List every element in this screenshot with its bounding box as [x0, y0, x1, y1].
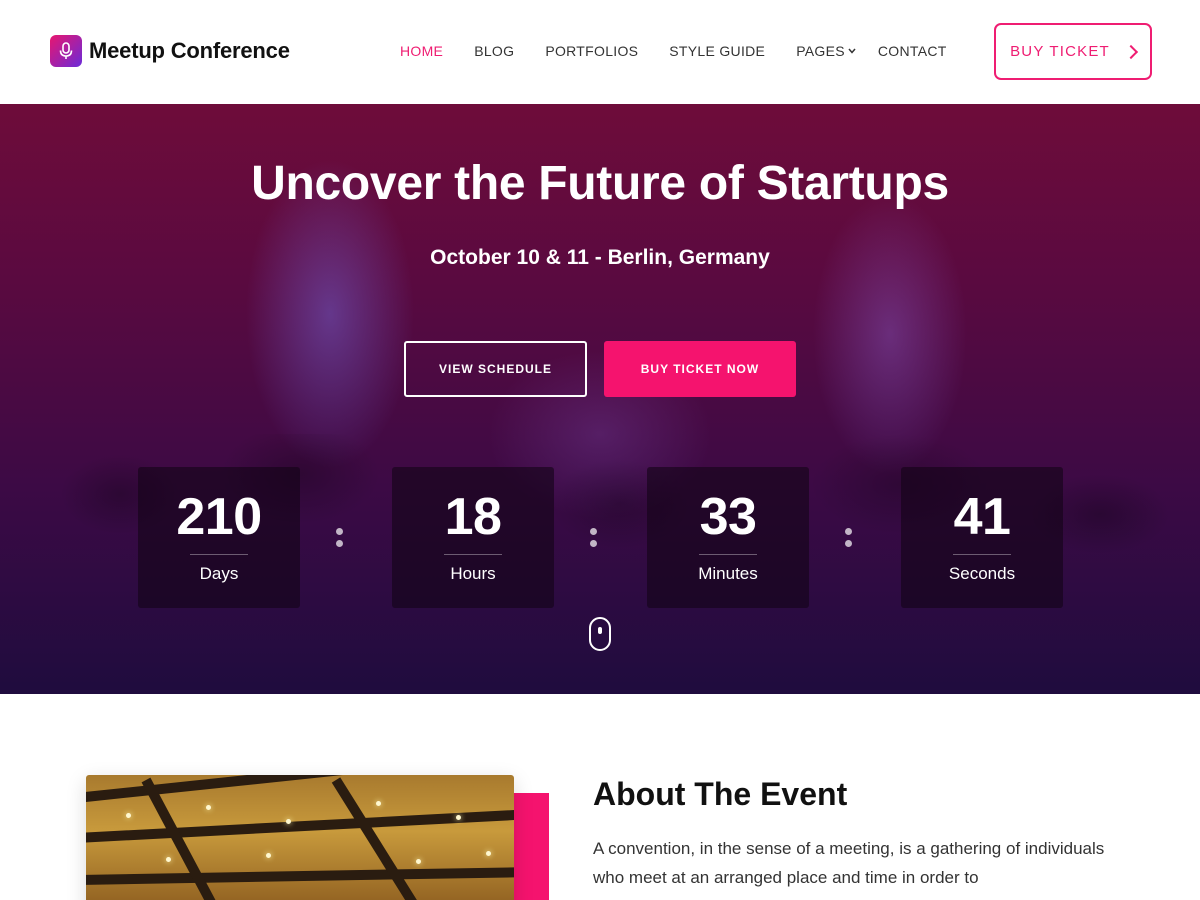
chevron-down-icon: [848, 46, 856, 56]
site-header: Meetup Conference HOME BLOG PORTFOLIOS S…: [0, 0, 1200, 104]
conference-hall-image: [86, 775, 514, 900]
countdown-hours-label: Hours: [450, 564, 496, 583]
site-logo[interactable]: Meetup Conference: [50, 35, 290, 67]
countdown-minutes-label: Minutes: [698, 564, 758, 583]
countdown-days-label: Days: [199, 564, 239, 583]
nav-item-pages-label: PAGES: [796, 43, 845, 59]
view-schedule-button[interactable]: VIEW SCHEDULE: [404, 341, 587, 397]
nav-item-style-guide[interactable]: STYLE GUIDE: [669, 43, 765, 59]
buy-ticket-button[interactable]: BUY TICKET: [994, 23, 1152, 80]
scroll-down-mouse-icon[interactable]: [589, 617, 611, 651]
countdown-days: 210 Days: [138, 467, 300, 608]
countdown-seconds: 41 Seconds: [901, 467, 1063, 608]
countdown-seconds-value: 41: [953, 488, 1011, 546]
nav-item-blog[interactable]: BLOG: [474, 43, 514, 59]
countdown-separator: [590, 526, 598, 550]
scroll-wheel-dot: [598, 627, 602, 634]
countdown-divider: [953, 554, 1011, 555]
countdown-days-value: 210: [176, 488, 262, 546]
nav-item-contact[interactable]: CONTACT: [878, 43, 947, 59]
countdown-seconds-label: Seconds: [948, 564, 1016, 583]
nav-item-home[interactable]: HOME: [400, 43, 443, 59]
about-title: About The Event: [593, 776, 848, 812]
countdown-divider: [190, 554, 248, 555]
countdown-separator: [845, 526, 853, 550]
chevron-right-icon: [1123, 44, 1138, 59]
countdown-hours: 18 Hours: [392, 467, 554, 608]
hero-section: Uncover the Future of Startups October 1…: [0, 104, 1200, 694]
buy-ticket-now-button[interactable]: BUY TICKET NOW: [604, 341, 796, 397]
brand-name: Meetup Conference: [89, 38, 290, 63]
microphone-icon: [50, 35, 82, 67]
main-nav: HOME BLOG PORTFOLIOS STYLE GUIDE PAGES C…: [400, 43, 978, 59]
countdown-divider: [699, 554, 757, 555]
hero-subtitle: October 10 & 11 - Berlin, Germany: [430, 246, 770, 269]
countdown-minutes: 33 Minutes: [647, 467, 809, 608]
countdown-minutes-value: 33: [699, 488, 757, 546]
about-description: A convention, in the sense of a meeting,…: [593, 839, 1105, 887]
nav-item-pages[interactable]: PAGES: [796, 43, 856, 59]
countdown-separator: [336, 526, 344, 550]
countdown-hours-value: 18: [444, 488, 502, 546]
buy-ticket-label: BUY TICKET: [1010, 43, 1110, 60]
hero-title: Uncover the Future of Startups: [251, 157, 949, 210]
countdown-divider: [444, 554, 502, 555]
nav-item-portfolios[interactable]: PORTFOLIOS: [545, 43, 638, 59]
